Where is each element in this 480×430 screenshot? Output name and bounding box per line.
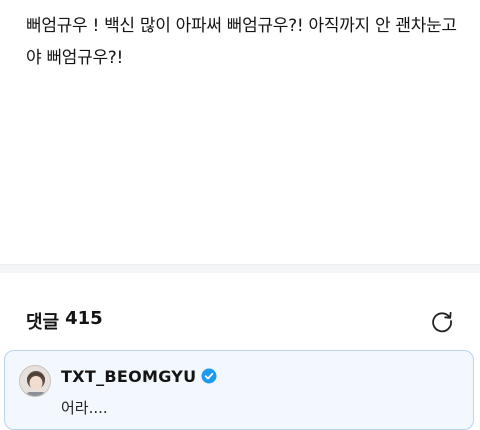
verified-badge-icon [201, 368, 217, 384]
comment-author[interactable]: TXT_BEOMGYU [61, 365, 217, 387]
author-name: TXT_BEOMGYU [61, 366, 197, 386]
comments-header: 댓글 415 [26, 305, 458, 337]
comments-count: 415 [65, 308, 103, 329]
refresh-button[interactable] [426, 305, 458, 337]
comments-label: 댓글 [26, 312, 60, 333]
post-body: 뻐엄규우 ! 백신 많이 아파써 뻐엄규우?! 아직까지 안 괜차눈고야 뻐엄규… [26, 16, 457, 68]
comments-title: 댓글 415 [26, 308, 103, 334]
comment-card[interactable]: TXT_BEOMGYU 어라.... [4, 350, 474, 430]
refresh-icon [432, 311, 452, 333]
comment-text: 어라.... [61, 399, 108, 417]
avatar[interactable] [19, 365, 51, 397]
section-divider [0, 264, 480, 273]
